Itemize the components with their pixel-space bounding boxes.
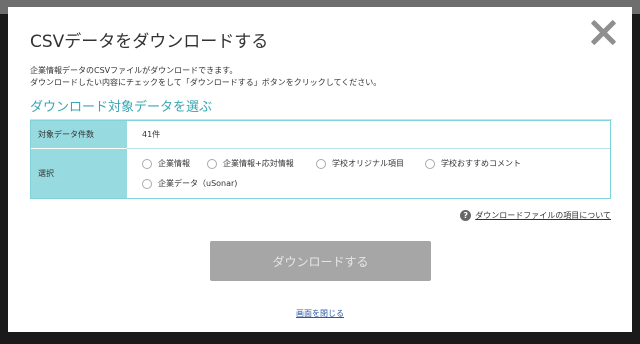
csv-download-modal: CSVデータをダウンロードする 企業情報データのCSVファイルがダウンロードでき… xyxy=(8,7,632,332)
modal-title: CSVデータをダウンロードする xyxy=(30,32,269,52)
download-target-table: 対象データ件数 41件 選択 企業情報 企業情報+応対情報 学校オリジナル項目 … xyxy=(30,120,611,199)
description-line-1: 企業情報データのCSVファイルがダウンロードできます。 xyxy=(30,66,238,75)
option-label: 学校おすすめコメント xyxy=(441,159,521,168)
option-label: 学校オリジナル項目 xyxy=(332,159,404,168)
option-label: 企業データ（uSonar) xyxy=(158,179,238,188)
radio-button[interactable] xyxy=(142,158,152,169)
radio-button[interactable] xyxy=(316,158,326,169)
help-link-text[interactable]: ダウンロードファイルの項目について xyxy=(475,210,611,221)
option-company-info-with-response[interactable]: 企業情報+応対情報 xyxy=(207,158,294,169)
option-company-data-usonar[interactable]: 企業データ（uSonar) xyxy=(142,178,237,189)
description-line-2: ダウンロードしたい内容にチェックをして「ダウンロードする」ボタンをクリックしてく… xyxy=(30,78,382,87)
radio-button[interactable] xyxy=(207,158,217,169)
option-school-recommend-comment[interactable]: 学校おすすめコメント xyxy=(425,158,521,169)
download-button[interactable]: ダウンロードする xyxy=(210,241,431,281)
section-title: ダウンロード対象データを選ぶ xyxy=(30,100,213,115)
option-company-info[interactable]: 企業情報 xyxy=(142,158,190,169)
question-circle-icon: ? xyxy=(460,210,472,221)
option-label: 企業情報 xyxy=(158,159,190,168)
close-icon[interactable] xyxy=(590,19,616,45)
count-label: 対象データ件数 xyxy=(31,121,127,148)
modal-description: 企業情報データのCSVファイルがダウンロードできます。 ダウンロードしたい内容に… xyxy=(30,65,381,89)
radio-button[interactable] xyxy=(425,158,435,169)
count-value: 41件 xyxy=(142,130,161,139)
download-items-help-link[interactable]: ? ダウンロードファイルの項目について xyxy=(460,210,611,221)
select-label: 選択 xyxy=(31,148,127,198)
radio-button[interactable] xyxy=(142,178,152,189)
option-label: 企業情報+応対情報 xyxy=(223,159,294,168)
close-screen-link[interactable]: 画面を閉じる xyxy=(8,308,632,319)
row-divider xyxy=(127,148,610,149)
option-school-original-items[interactable]: 学校オリジナル項目 xyxy=(316,158,404,169)
